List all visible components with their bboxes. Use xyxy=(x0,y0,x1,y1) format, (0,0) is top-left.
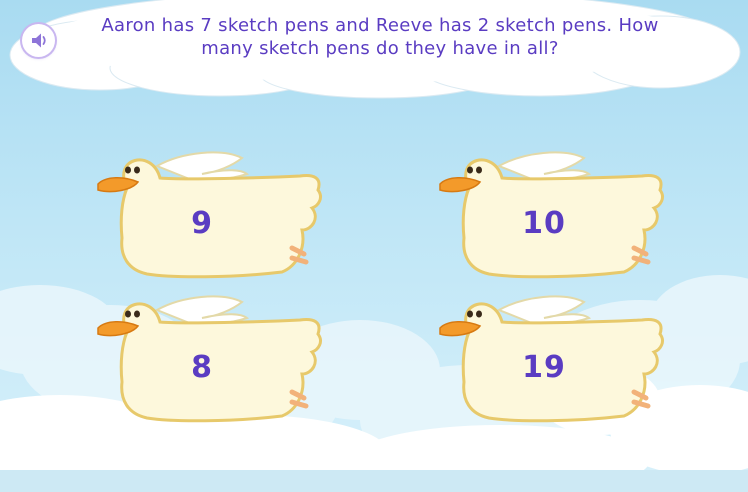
answer-value: 19 xyxy=(522,350,566,385)
question-line-2: many sketch pens do they have in all? xyxy=(201,38,559,59)
answer-value: 9 xyxy=(191,206,213,241)
speaker-icon xyxy=(32,33,46,48)
answer-option-1[interactable]: 9 xyxy=(92,148,332,283)
question-text: Aaron has 7 sketch pens and Reeve has 2 … xyxy=(70,14,690,60)
answer-value: 8 xyxy=(191,350,213,385)
answer-option-4[interactable]: 19 xyxy=(434,292,674,427)
question-line-1: Aaron has 7 sketch pens and Reeve has 2 … xyxy=(101,15,659,36)
answer-value: 10 xyxy=(522,206,566,241)
game-stage: Aaron has 7 sketch pens and Reeve has 2 … xyxy=(0,0,748,492)
answer-option-3[interactable]: 8 xyxy=(92,292,332,427)
audio-button[interactable] xyxy=(22,24,55,57)
answer-option-2[interactable]: 10 xyxy=(434,148,674,283)
